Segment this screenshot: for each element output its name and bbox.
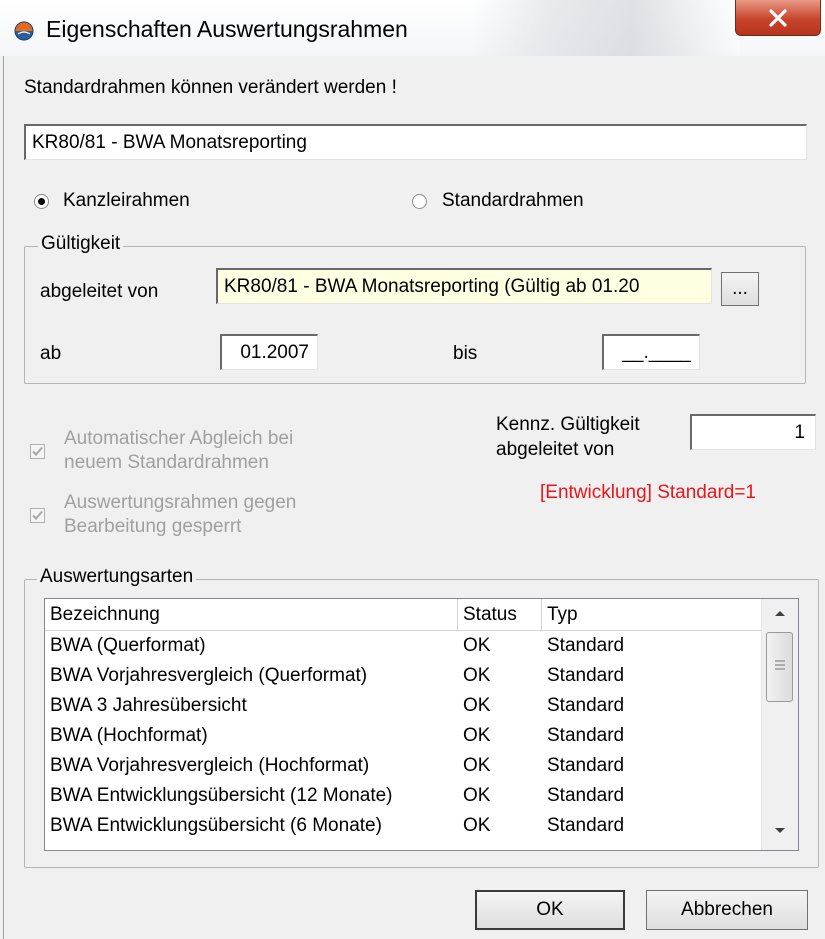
- auto-abgleich-checkbox[interactable]: [30, 444, 45, 459]
- cell-bezeichnung: BWA (Hochformat): [50, 725, 208, 746]
- column-header-typ[interactable]: Typ: [542, 599, 761, 630]
- kanzleirahmen-radio[interactable]: [34, 194, 49, 209]
- cancel-button-label: Abbrechen: [681, 899, 773, 920]
- cell-bezeichnung: BWA 3 Jahresübersicht: [50, 695, 247, 716]
- cell-status: OK: [463, 665, 491, 686]
- close-icon: [769, 8, 787, 27]
- gesperrt-label-line2: Bearbeitung gesperrt: [64, 516, 242, 537]
- window-border: [3, 56, 4, 939]
- table-row[interactable]: BWA Entwicklungsübersicht (6 Monate) OK …: [45, 811, 761, 841]
- table-row[interactable]: BWA Vorjahresvergleich (Querformat) OK S…: [45, 661, 761, 691]
- cell-typ: Standard: [547, 635, 625, 656]
- auto-abgleich-label-line2: neuem Standardrahmen: [64, 452, 269, 473]
- cell-typ: Standard: [547, 725, 625, 746]
- ab-date-value: 01.2007: [240, 341, 309, 363]
- table-row[interactable]: BWA (Hochformat) OK Standard: [45, 721, 761, 751]
- window-title: Eigenschaften Auswertungsrahmen: [46, 16, 408, 42]
- cell-typ: Standard: [547, 785, 625, 806]
- bis-date-value: __.____: [622, 341, 691, 363]
- frame-name-input[interactable]: KR80/81 - BWA Monatsreporting: [24, 124, 807, 160]
- cell-bezeichnung: BWA (Querformat): [50, 635, 206, 656]
- cell-status: OK: [463, 755, 491, 776]
- cell-bezeichnung: BWA Vorjahresvergleich (Hochformat): [50, 755, 370, 776]
- entwicklung-note: [Entwicklung] Standard=1: [540, 482, 756, 503]
- gesperrt-label-line1: Auswertungsrahmen gegen: [64, 492, 297, 513]
- standardrahmen-label[interactable]: Standardrahmen: [442, 190, 584, 212]
- bis-label: bis: [453, 343, 478, 364]
- radio-selected-dot: [38, 198, 45, 205]
- cell-typ: Standard: [547, 695, 625, 716]
- ok-button-label: OK: [536, 899, 564, 920]
- kanzleirahmen-label[interactable]: Kanzleirahmen: [63, 190, 190, 212]
- cell-bezeichnung: BWA Entwicklungsübersicht (6 Monate): [50, 815, 382, 836]
- list-scrollbar[interactable]: [761, 599, 798, 850]
- column-header-status[interactable]: Status: [458, 599, 542, 630]
- cell-typ: Standard: [547, 815, 625, 836]
- cell-status: OK: [463, 635, 491, 656]
- table-row[interactable]: BWA Entwicklungsübersicht (12 Monate) OK…: [45, 781, 761, 811]
- cell-status: OK: [463, 815, 491, 836]
- ab-label: ab: [40, 343, 62, 364]
- abgeleitet-von-value: KR80/81 - BWA Monatsreporting (Gültig ab…: [224, 275, 640, 297]
- gesperrt-checkbox[interactable]: [30, 508, 45, 523]
- cell-bezeichnung: BWA Entwicklungsübersicht (12 Monate): [50, 785, 393, 806]
- cell-status: OK: [463, 695, 491, 716]
- checkmark-icon: [32, 446, 43, 456]
- table-row[interactable]: BWA (Querformat) OK Standard: [45, 631, 761, 661]
- grip-icon: [775, 660, 785, 670]
- cell-typ: Standard: [547, 665, 625, 686]
- abgeleitet-von-label: abgeleitet von: [40, 281, 159, 302]
- cancel-button[interactable]: Abbrechen: [646, 890, 808, 930]
- ab-date-input[interactable]: 01.2007: [220, 334, 318, 370]
- cell-bezeichnung: BWA Vorjahresvergleich (Querformat): [50, 665, 368, 686]
- scroll-down-arrow-icon[interactable]: [774, 827, 786, 835]
- auswertungsarten-list[interactable]: Bezeichnung Status Typ BWA (Querformat) …: [44, 598, 799, 851]
- auswertungsarten-group-title: Auswertungsarten: [37, 566, 197, 588]
- table-row[interactable]: BWA Vorjahresvergleich (Hochformat) OK S…: [45, 751, 761, 781]
- browse-button-label: ...: [732, 278, 748, 299]
- column-header-bezeichnung[interactable]: Bezeichnung: [45, 599, 458, 630]
- cell-status: OK: [463, 725, 491, 746]
- auto-abgleich-label-line1: Automatischer Abgleich bei: [64, 428, 294, 449]
- ok-button[interactable]: OK: [475, 890, 625, 930]
- close-button[interactable]: [735, 0, 821, 36]
- cell-typ: Standard: [547, 755, 625, 776]
- dialog-window: Eigenschaften Auswertungsrahmen Standard…: [0, 0, 825, 939]
- app-globe-icon: [14, 21, 34, 41]
- list-header: Bezeichnung Status Typ: [45, 599, 761, 631]
- browse-button[interactable]: ...: [721, 272, 759, 306]
- gueltigkeit-group-title: Gültigkeit: [38, 233, 124, 255]
- table-row[interactable]: BWA 3 Jahresübersicht OK Standard: [45, 691, 761, 721]
- kennz-gueltigkeit-input[interactable]: 1: [690, 414, 816, 450]
- bis-date-input[interactable]: __.____: [602, 334, 700, 370]
- kennz-gueltigkeit-value: 1: [794, 421, 805, 443]
- title-bar: Eigenschaften Auswertungsrahmen: [0, 0, 825, 56]
- checkmark-icon: [32, 510, 43, 520]
- frame-name-value: KR80/81 - BWA Monatsreporting: [32, 131, 307, 153]
- kennz-label-line2: abgeleitet von: [496, 439, 615, 460]
- kennz-label-line1: Kennz. Gültigkeit: [496, 414, 640, 435]
- cell-status: OK: [463, 785, 491, 806]
- standardrahmen-radio[interactable]: [412, 194, 427, 209]
- info-message: Standardrahmen können verändert werden !: [24, 77, 397, 98]
- scrollbar-thumb[interactable]: [766, 632, 793, 702]
- background-blur: [470, 0, 740, 56]
- scroll-up-arrow-icon[interactable]: [774, 609, 786, 617]
- abgeleitet-von-field[interactable]: KR80/81 - BWA Monatsreporting (Gültig ab…: [216, 268, 712, 304]
